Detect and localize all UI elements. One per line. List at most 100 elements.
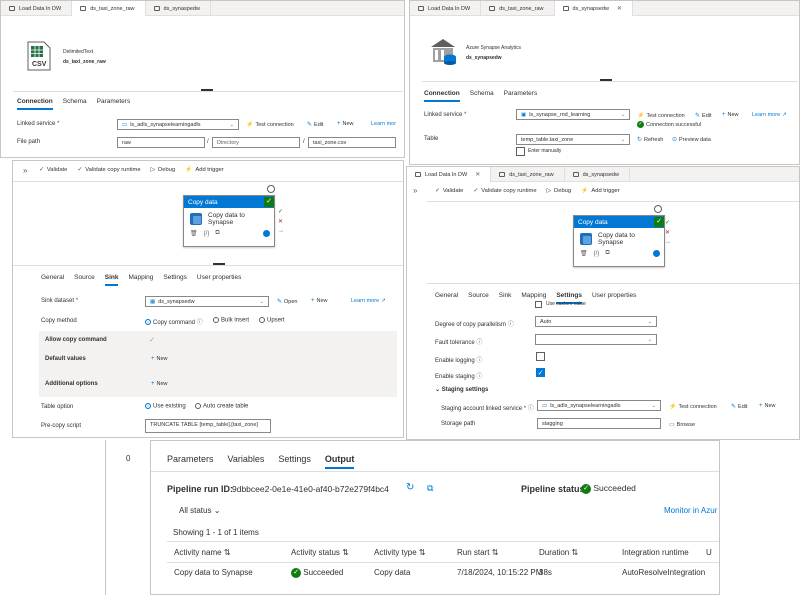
add-additional-option-button[interactable]: + New bbox=[151, 381, 168, 387]
cell-activity-name[interactable]: Copy data to Synapse bbox=[174, 568, 253, 577]
edit-button[interactable]: ✎ Edit bbox=[307, 121, 324, 129]
pre-copy-script-input[interactable]: TRUNCATE TABLE [temp_table].[taxi_zone] bbox=[145, 419, 271, 433]
failure-output-icon[interactable]: ✕ bbox=[665, 229, 671, 236]
tab-schema[interactable]: Schema bbox=[470, 90, 494, 102]
table-select[interactable]: temp_table.taxi_zone ⌄ bbox=[516, 134, 630, 145]
delete-icon[interactable]: 🗑 bbox=[190, 230, 198, 237]
refresh-icon[interactable]: ↻ bbox=[406, 482, 414, 493]
column-user[interactable]: U bbox=[706, 548, 712, 557]
tab-connection[interactable]: Connection bbox=[17, 98, 53, 110]
table-option-radio-auto-create[interactable]: Auto create table bbox=[195, 403, 248, 410]
activity-connector[interactable] bbox=[654, 205, 662, 213]
copy-method-radio-copy-command[interactable]: Copy command ⓘ bbox=[145, 317, 203, 326]
tab-user-properties[interactable]: User properties bbox=[197, 274, 241, 286]
debug-button[interactable]: ▷ Debug bbox=[151, 167, 176, 173]
column-activity-type[interactable]: Activity type ⇅ bbox=[374, 548, 426, 557]
tab-parameters[interactable]: Parameters bbox=[167, 454, 214, 469]
file-path-file-input[interactable]: taxi_zone.csv bbox=[308, 137, 396, 148]
learn-more-link[interactable]: Learn more ↗ bbox=[752, 112, 787, 118]
tab-sink[interactable]: Sink bbox=[499, 292, 512, 304]
copy-icon[interactable]: ⧉ bbox=[215, 230, 219, 237]
sink-dataset-select[interactable]: ▦ ds_synapsedw ⌄ bbox=[145, 296, 269, 307]
tab-output[interactable]: Output bbox=[324, 454, 355, 469]
delete-icon[interactable]: 🗑 bbox=[580, 250, 588, 257]
refresh-button[interactable]: ↻ Refresh bbox=[637, 136, 663, 144]
activity-connector[interactable] bbox=[267, 185, 275, 193]
tab-ds-taxi-zone-raw[interactable]: ds_taxi_zone_raw bbox=[72, 1, 146, 16]
use-custom-value-checkbox[interactable] bbox=[535, 301, 542, 308]
file-path-container-input[interactable]: raw bbox=[117, 137, 205, 148]
copy-method-radio-upsert[interactable]: Upsert bbox=[259, 317, 285, 324]
enable-staging-checkbox[interactable]: ✓ bbox=[536, 368, 545, 377]
column-activity-name[interactable]: Activity name ⇅ bbox=[174, 548, 231, 557]
enable-logging-checkbox[interactable] bbox=[536, 352, 545, 361]
debug-button[interactable]: ▷ Debug bbox=[547, 188, 572, 194]
divider-handle[interactable] bbox=[201, 89, 213, 91]
tab-load-data-in-dw[interactable]: Load Data In DW bbox=[410, 1, 482, 16]
storage-path-input[interactable]: stagging bbox=[537, 418, 661, 429]
tab-mapping[interactable]: Mapping bbox=[521, 292, 546, 304]
add-default-value-button[interactable]: + New bbox=[151, 356, 168, 362]
completion-output-icon[interactable]: → bbox=[278, 228, 284, 234]
test-connection-button[interactable]: ⚡ Test connection bbox=[637, 112, 685, 120]
divider-handle[interactable] bbox=[213, 263, 225, 265]
test-connection-button[interactable]: ⚡ Test connection bbox=[246, 121, 294, 129]
code-icon[interactable]: {/} bbox=[594, 251, 600, 257]
copy-data-activity[interactable]: Copy data ✓ Copy data to Synapse 🗑 {/} ⧉ bbox=[183, 195, 275, 247]
column-run-start[interactable]: Run start ⇅ bbox=[457, 548, 498, 557]
tab-source[interactable]: Source bbox=[468, 292, 489, 304]
tab-ds-taxi-zone-raw[interactable]: ds_taxi_zone_raw bbox=[491, 167, 565, 182]
tab-ds-synapsedw[interactable]: ds_synapsedw bbox=[565, 167, 630, 182]
copy-data-activity[interactable]: Copy data ✓ Copy data to Synapse 🗑 {/} ⧉ bbox=[573, 215, 665, 267]
new-button[interactable]: + New bbox=[311, 298, 328, 304]
tab-user-properties[interactable]: User properties bbox=[592, 292, 636, 304]
tab-variables[interactable]: Variables bbox=[228, 454, 265, 469]
validate-copy-runtime-button[interactable]: ✓ Validate copy runtime bbox=[77, 167, 140, 173]
staging-settings-header[interactable]: ⌄ Staging settings bbox=[435, 386, 488, 393]
table-option-radio-use-existing[interactable]: Use existing bbox=[145, 403, 186, 410]
validate-copy-runtime-button[interactable]: ✓ Validate copy runtime bbox=[473, 188, 536, 194]
code-icon[interactable]: {/} bbox=[204, 231, 210, 237]
fault-tolerance-select[interactable]: ⌄ bbox=[535, 334, 657, 345]
tab-parameters[interactable]: Parameters bbox=[97, 98, 131, 110]
new-button[interactable]: + New bbox=[722, 112, 739, 118]
linked-service-select[interactable]: ▭ ls_adls_synapselearningadls ⌄ bbox=[117, 119, 239, 130]
column-integration-runtime[interactable]: Integration runtime bbox=[622, 548, 689, 557]
parallelism-select[interactable]: Auto ⌄ bbox=[535, 316, 657, 327]
go-arrow-icon[interactable] bbox=[653, 250, 660, 257]
new-button[interactable]: + New bbox=[337, 121, 354, 127]
tab-ds-synaspedw[interactable]: ds_synaspedw bbox=[146, 1, 211, 16]
add-trigger-button[interactable]: ⚡ Add trigger bbox=[581, 188, 620, 194]
validate-button[interactable]: ✓ Validate bbox=[39, 167, 67, 173]
learn-more-link[interactable]: Learn more ↗ bbox=[351, 298, 386, 304]
enter-manually-checkbox[interactable] bbox=[516, 147, 525, 156]
tab-schema[interactable]: Schema bbox=[63, 98, 87, 110]
copy-icon[interactable]: ⧉ bbox=[427, 483, 433, 494]
tab-load-data-in-dw[interactable]: Load Data In DW ✕ bbox=[407, 167, 492, 182]
status-filter[interactable]: All status ⌄ bbox=[179, 506, 220, 515]
add-trigger-button[interactable]: ⚡ Add trigger bbox=[185, 167, 224, 173]
edit-button[interactable]: ✎ Edit bbox=[695, 112, 712, 120]
tab-ds-taxi-zone-raw[interactable]: ds_taxi_zone_raw bbox=[481, 1, 555, 16]
test-connection-button[interactable]: ⚡ Test connection bbox=[669, 403, 717, 411]
edit-button[interactable]: ✎ Edit bbox=[731, 403, 748, 411]
learn-more-link[interactable]: Learn mor bbox=[371, 121, 396, 127]
preview-data-button[interactable]: ⊙ Preview data bbox=[672, 136, 711, 144]
tab-mapping[interactable]: Mapping bbox=[128, 274, 153, 286]
success-output-icon[interactable]: ✓ bbox=[278, 208, 284, 215]
tab-settings[interactable]: Settings bbox=[163, 274, 187, 286]
column-duration[interactable]: Duration ⇅ bbox=[539, 548, 578, 557]
success-output-icon[interactable]: ✓ bbox=[665, 219, 671, 226]
tab-parameters[interactable]: Parameters bbox=[504, 90, 538, 102]
copy-method-radio-bulk-insert[interactable]: Bulk insert bbox=[213, 317, 249, 324]
copy-icon[interactable]: ⧉ bbox=[605, 250, 609, 257]
file-path-directory-input[interactable]: Directory bbox=[212, 137, 300, 148]
close-icon[interactable]: ✕ bbox=[475, 171, 480, 178]
new-button[interactable]: + New bbox=[759, 403, 776, 409]
divider-handle[interactable] bbox=[600, 79, 612, 81]
staging-linked-service-select[interactable]: ▭ ls_adls_synapselearningadls ⌄ bbox=[537, 400, 661, 411]
tab-source[interactable]: Source bbox=[74, 274, 95, 286]
failure-output-icon[interactable]: ✕ bbox=[278, 218, 284, 225]
tab-sink[interactable]: Sink bbox=[104, 274, 119, 286]
column-activity-status[interactable]: Activity status ⇅ bbox=[291, 548, 349, 557]
